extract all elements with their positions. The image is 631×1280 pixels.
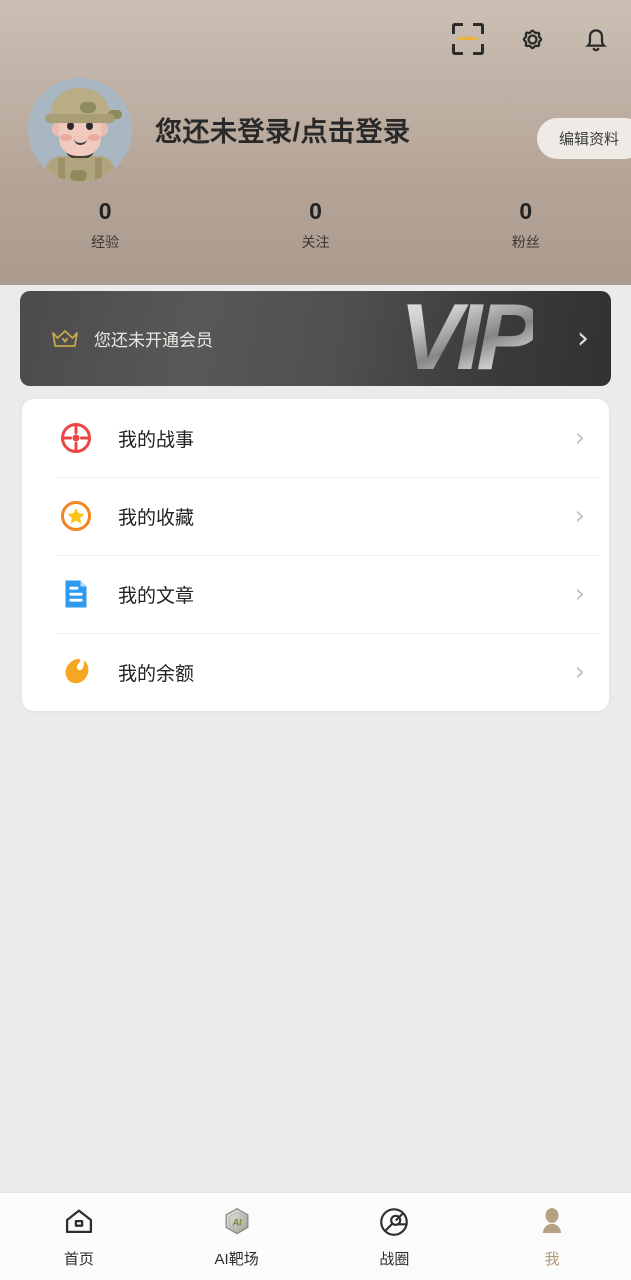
bell-icon[interactable] — [577, 20, 615, 58]
menu-item-label: 我的战事 — [118, 429, 195, 451]
chevron-right-icon: › — [574, 423, 585, 453]
profile-header: 您还未登录/点击登录 编辑资料 0 经验 0 关注 0 粉丝 — [0, 0, 631, 285]
vip-banner-content: 您还未开通会员 — [50, 291, 213, 386]
menu-item-label: 我的收藏 — [118, 507, 195, 529]
gear-icon[interactable] — [513, 20, 551, 58]
stat-following[interactable]: 0 关注 — [210, 198, 420, 252]
header-action-icons — [449, 20, 615, 58]
stat-fans[interactable]: 0 粉丝 — [421, 198, 631, 252]
home-icon — [62, 1204, 96, 1240]
menu-item-my-articles[interactable]: 我的文章 › — [22, 555, 609, 633]
menu-item-my-favorites[interactable]: 我的收藏 › — [22, 477, 609, 555]
target-icon — [56, 418, 96, 458]
edit-profile-button[interactable]: 编辑资料 — [536, 118, 631, 159]
tab-ai-range[interactable]: AI AI靶场 — [158, 1204, 316, 1269]
scan-icon[interactable] — [449, 20, 487, 58]
svg-text:AI: AI — [231, 1217, 242, 1227]
tab-label: 我 — [544, 1251, 560, 1268]
aperture-icon — [377, 1204, 411, 1240]
stat-experience[interactable]: 0 经验 — [0, 198, 210, 252]
vip-banner[interactable]: VIP 您还未开通会员 › — [20, 291, 611, 386]
avatar[interactable] — [28, 78, 132, 182]
tab-battle-circle[interactable]: 战圈 — [316, 1204, 474, 1269]
coin-bean-icon — [56, 652, 96, 692]
stat-value: 0 — [519, 198, 533, 224]
menu-card: 我的战事 › 我的收藏 › 我的文章 › 我的余额 › — [22, 399, 609, 711]
tab-label: 首页 — [63, 1251, 94, 1268]
stat-label: 经验 — [91, 233, 120, 250]
menu-item-my-battles[interactable]: 我的战事 › — [22, 399, 609, 477]
vip-status-text: 您还未开通会员 — [94, 331, 213, 350]
profile-row: 您还未登录/点击登录 编辑资料 — [0, 72, 631, 192]
stats-row: 0 经验 0 关注 0 粉丝 — [0, 198, 631, 252]
stat-value: 0 — [98, 198, 112, 224]
chevron-right-icon: › — [574, 657, 585, 687]
tab-label: AI靶场 — [214, 1251, 259, 1268]
vip-watermark-logo: VIP — [399, 291, 538, 386]
stat-value: 0 — [309, 198, 322, 224]
username-login-prompt[interactable]: 您还未登录/点击登录 — [155, 110, 411, 149]
stat-label: 关注 — [301, 233, 330, 250]
tab-home[interactable]: 首页 — [0, 1204, 158, 1269]
hexagon-ai-icon: AI — [220, 1204, 254, 1240]
chevron-right-icon: › — [574, 501, 585, 531]
bottom-tab-bar: 首页 AI AI靶场 战圈 我 — [0, 1192, 631, 1280]
menu-item-label: 我的余额 — [118, 663, 195, 685]
tab-me[interactable]: 我 — [473, 1204, 631, 1269]
star-icon — [56, 496, 96, 536]
menu-item-my-balance[interactable]: 我的余额 › — [22, 633, 609, 711]
document-icon — [56, 574, 96, 614]
chevron-right-icon: › — [574, 579, 585, 609]
crown-icon — [50, 327, 80, 351]
stat-label: 粉丝 — [511, 233, 540, 250]
person-icon — [535, 1204, 569, 1240]
tab-label: 战圈 — [379, 1251, 410, 1268]
chevron-right-icon: › — [577, 320, 589, 356]
app-screen: 您还未登录/点击登录 编辑资料 0 经验 0 关注 0 粉丝 VIP 您还未开通… — [0, 0, 631, 1280]
menu-item-label: 我的文章 — [118, 585, 195, 607]
